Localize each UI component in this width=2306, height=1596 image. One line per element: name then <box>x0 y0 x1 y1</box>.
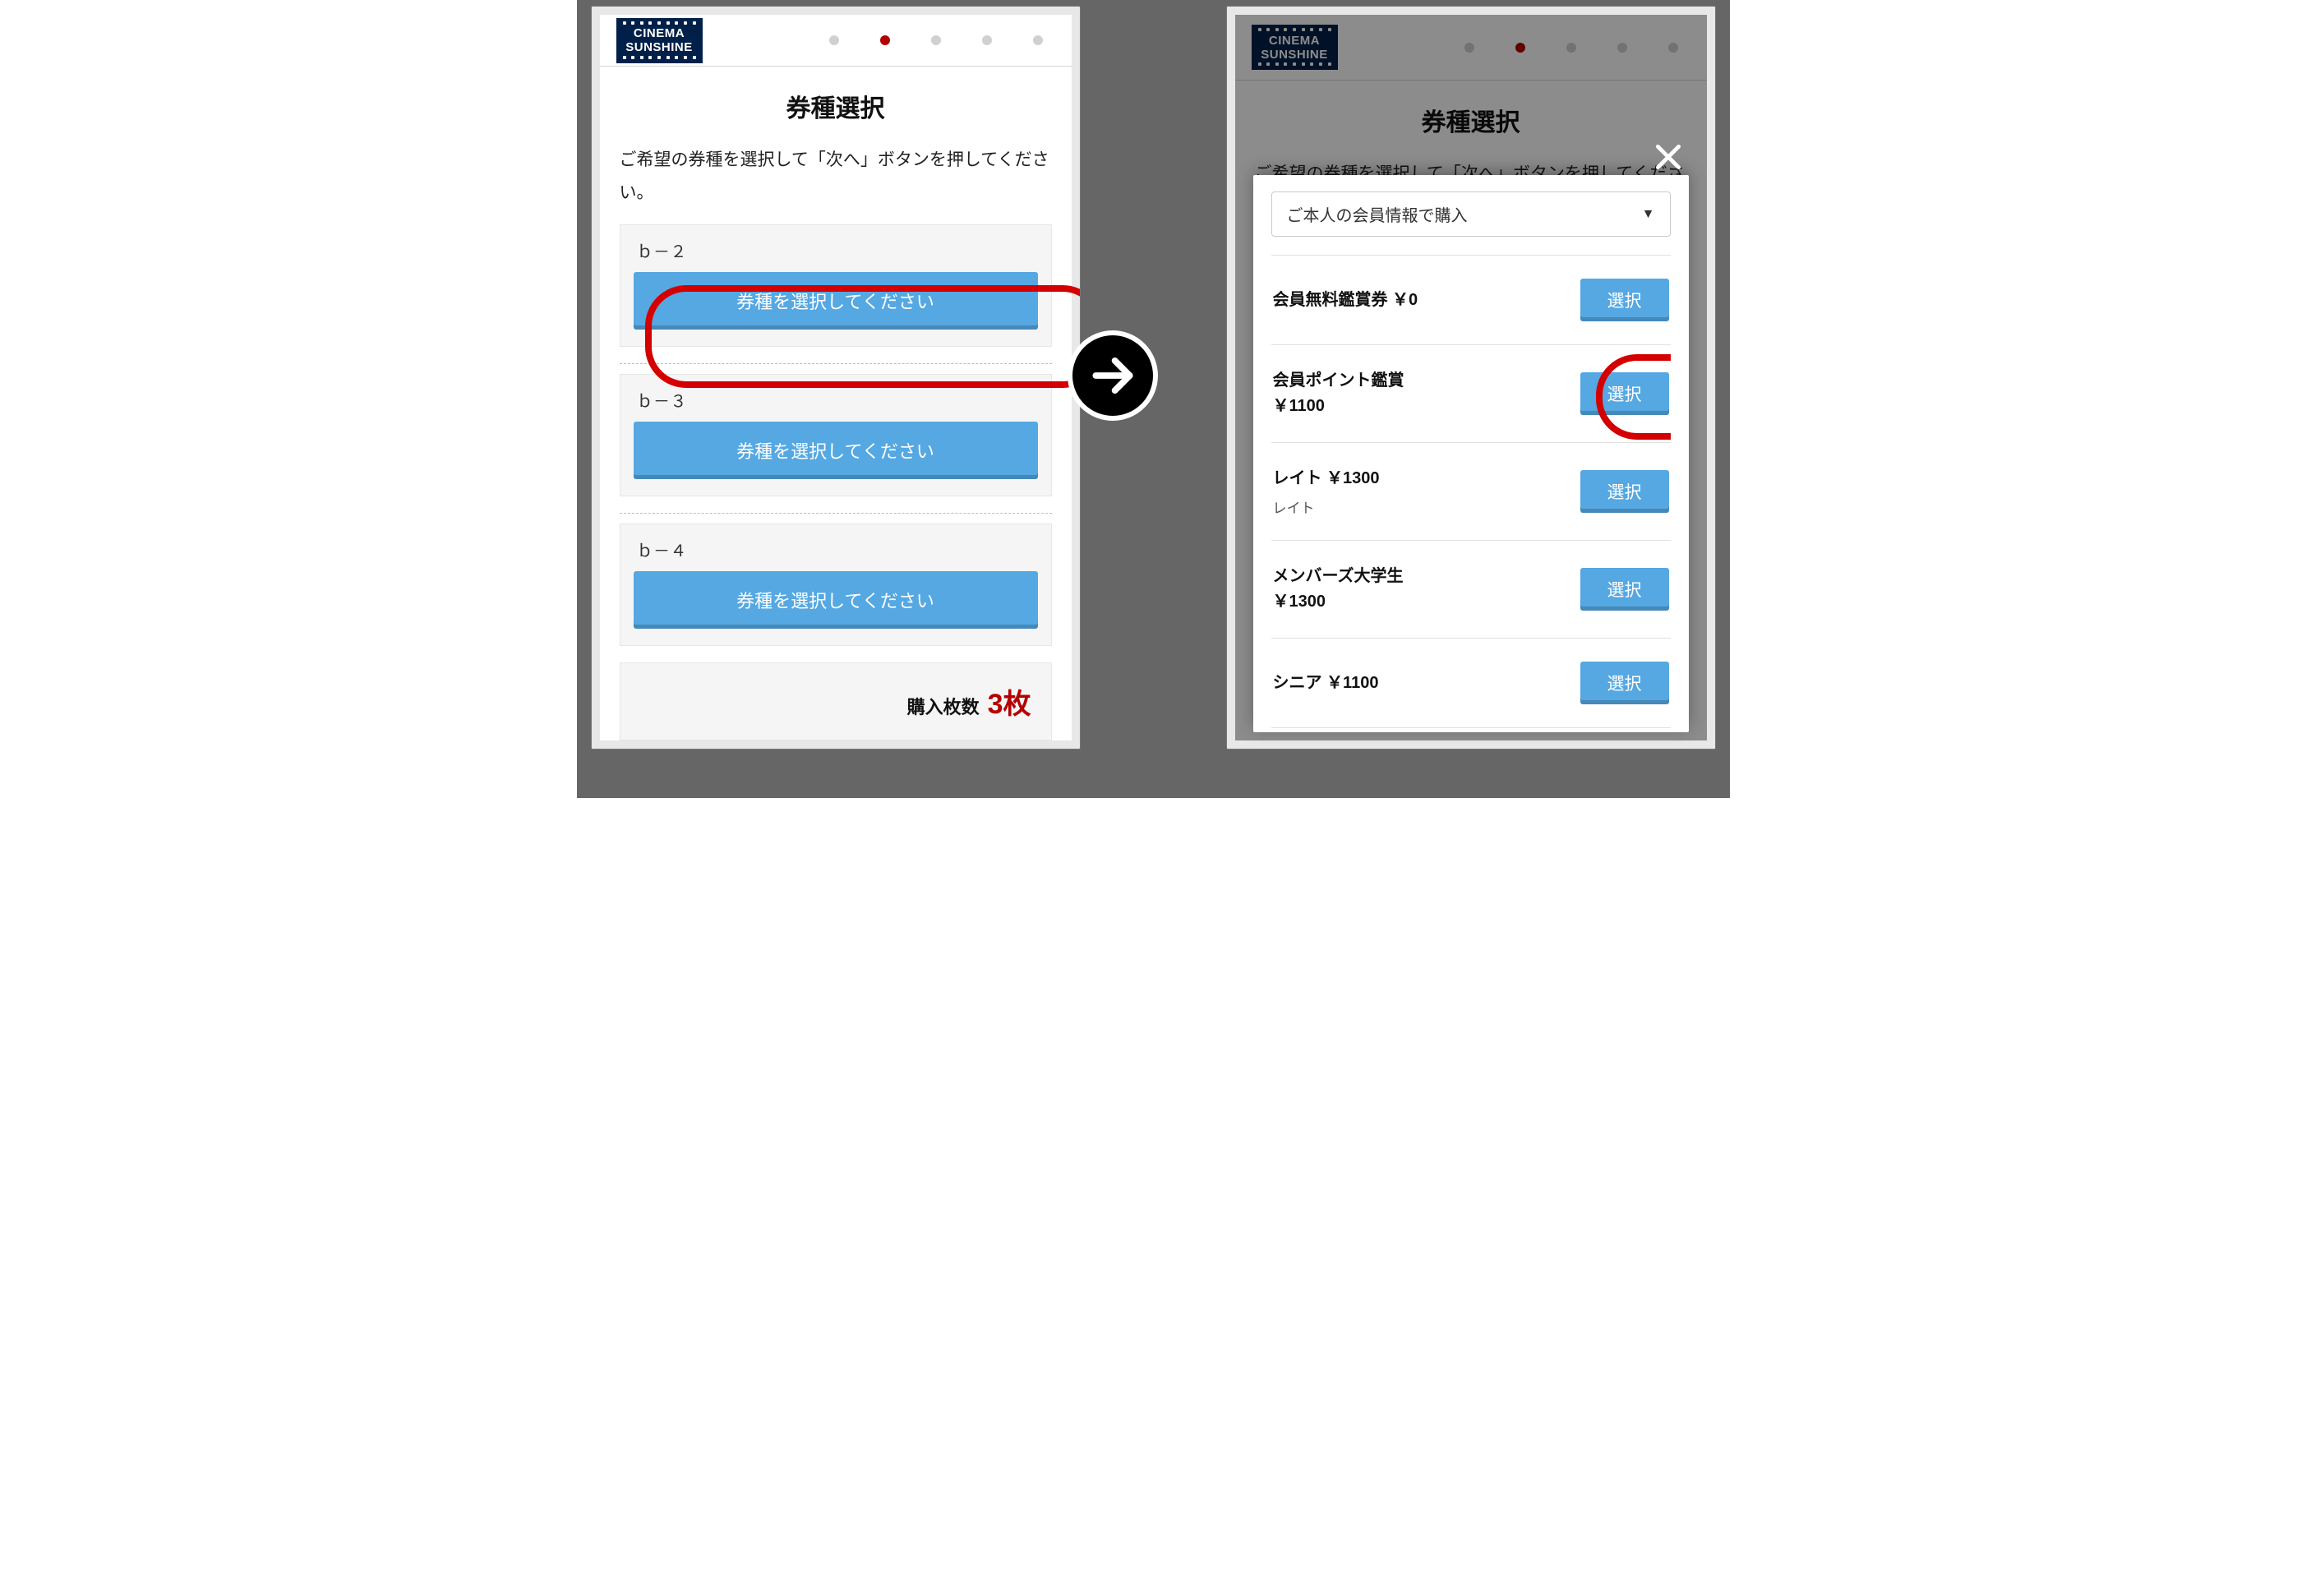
ticket-type-name: シニア ￥1100 <box>1273 671 1379 696</box>
left-screen: CINEMA SUNSHINE 券種選択 ご希望の券種を選択して「次へ」ボタンを… <box>600 15 1072 740</box>
ticket-type-row: シニア ￥1100 選択 <box>1271 639 1671 728</box>
divider <box>620 363 1052 364</box>
step-dot <box>1033 35 1043 45</box>
select-ticket-type-label: 券種を選択してください <box>736 437 934 464</box>
progress-stepper <box>703 35 1072 45</box>
seat-card: ｂ－４ 券種を選択してください <box>620 524 1052 646</box>
app-header: CINEMA SUNSHINE <box>600 15 1072 67</box>
purchase-count-label: 購入枚数 <box>907 693 980 719</box>
divider <box>620 513 1052 514</box>
ticket-type-row: 会員ポイント鑑賞 ￥1100 選択 <box>1271 345 1671 443</box>
select-ticket-type-button[interactable]: 券種を選択してください <box>634 272 1038 330</box>
ticket-type-name: メンバーズ大学生 <box>1273 564 1404 589</box>
seat-card: ｂ－２ 券種を選択してください <box>620 224 1052 347</box>
page-title: 券種選択 <box>600 67 1072 144</box>
step-dot <box>931 35 941 45</box>
arrow-right-icon <box>1068 330 1158 421</box>
right-phone: CINEMA SUNSHINE 券種選択 ご希望の券種を選択して「次へ」ボタンを… <box>1226 6 1716 750</box>
purchase-type-selected: ご本人の会員情報で購入 <box>1287 202 1468 226</box>
select-button[interactable]: 選択 <box>1580 470 1669 513</box>
chevron-down-icon: ▼ <box>1642 207 1655 222</box>
logo-line2: SUNSHINE <box>625 40 693 54</box>
logo-line1: CINEMA <box>634 26 685 40</box>
step-dot <box>829 35 839 45</box>
purchase-type-select[interactable]: ご本人の会員情報で購入 ▼ <box>1271 191 1671 237</box>
purchase-count-value: 3枚 <box>988 681 1031 722</box>
right-screen: CINEMA SUNSHINE 券種選択 ご希望の券種を選択して「次へ」ボタンを… <box>1235 15 1707 740</box>
select-ticket-type-label: 券種を選択してください <box>736 288 934 314</box>
select-ticket-type-label: 券種を選択してください <box>736 587 934 613</box>
step-dot-active <box>880 35 890 45</box>
close-icon <box>1653 141 1684 173</box>
left-phone: CINEMA SUNSHINE 券種選択 ご希望の券種を選択して「次へ」ボタンを… <box>591 6 1081 750</box>
select-button[interactable]: 選択 <box>1580 372 1669 415</box>
seat-label: ｂ－３ <box>634 383 1038 422</box>
seat-label: ｂ－２ <box>634 233 1038 272</box>
ticket-type-sheet: ご本人の会員情報で購入 ▼ 会員無料鑑賞券 ￥0 選択 会員ポイント鑑賞 <box>1253 175 1689 732</box>
ticket-type-row: 会員無料鑑賞券 ￥0 選択 <box>1271 256 1671 345</box>
ticket-type-row: メンバーズ大学生 ￥1300 選択 <box>1271 541 1671 639</box>
select-button[interactable]: 選択 <box>1580 662 1669 704</box>
select-button[interactable]: 選択 <box>1580 279 1669 321</box>
ticket-type-price: ￥1300 <box>1273 589 1404 615</box>
app-logo: CINEMA SUNSHINE <box>616 18 703 63</box>
ticket-type-name: レイト ￥1300 <box>1273 466 1380 491</box>
select-ticket-type-button[interactable]: 券種を選択してください <box>634 422 1038 479</box>
select-ticket-type-button[interactable]: 券種を選択してください <box>634 571 1038 629</box>
step-dot <box>982 35 992 45</box>
seat-list: ｂ－２ 券種を選択してください ｂ－３ 券種を選択してください ｂ－４ <box>600 224 1072 662</box>
select-button[interactable]: 選択 <box>1580 568 1669 611</box>
ticket-type-price: ￥1100 <box>1273 394 1404 419</box>
ticket-type-sublabel: レイト <box>1273 496 1380 517</box>
ticket-type-name: 会員ポイント鑑賞 <box>1273 368 1404 394</box>
ticket-type-name: 会員無料鑑賞券 ￥0 <box>1273 288 1418 313</box>
seat-label: ｂ－４ <box>634 533 1038 571</box>
seat-card: ｂ－３ 券種を選択してください <box>620 374 1052 496</box>
purchase-summary-card: 購入枚数 3枚 <box>620 662 1052 740</box>
close-button[interactable] <box>1651 140 1686 174</box>
ticket-type-row: レイト ￥1300 レイト 選択 <box>1271 443 1671 541</box>
page-description: ご希望の券種を選択して「次へ」ボタンを押してください。 <box>600 144 1072 224</box>
